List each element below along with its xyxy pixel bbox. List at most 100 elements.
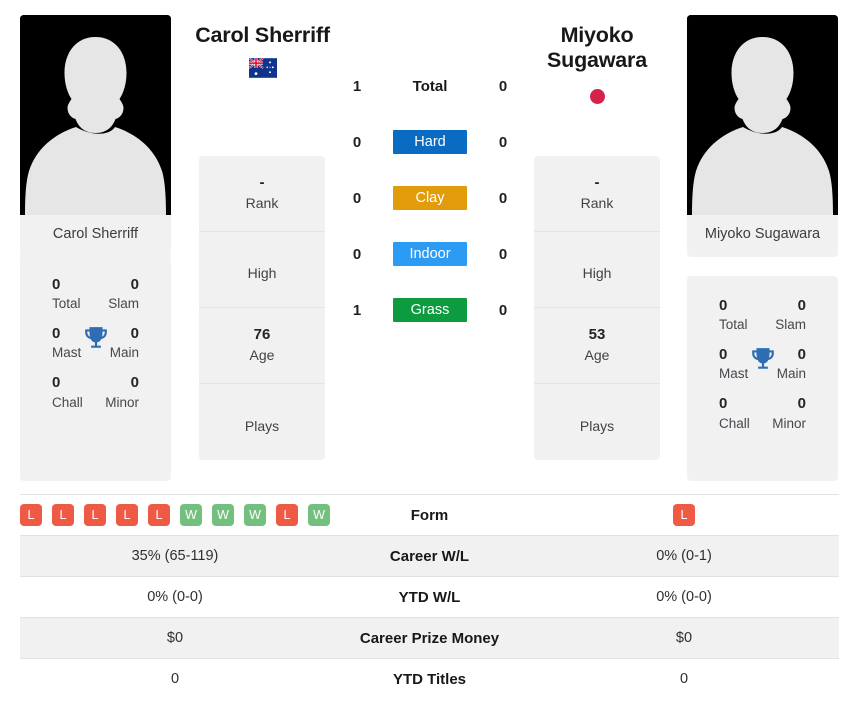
form-cell-left: LLLLLWWWLW [20,494,330,536]
form-badge-left-9[interactable]: W [308,504,330,526]
row-label-career-prize-money: Career Prize Money [330,617,529,659]
info-row-high-left: High [199,232,325,308]
h2h-row-total: 1 Total 0 [340,58,520,114]
info-row-rank-left: - Rank [199,156,325,232]
form-badge-left-5[interactable]: W [180,504,202,526]
titles-slam-label: Slam [775,317,806,333]
form-badge-left-1[interactable]: L [52,504,74,526]
form-badge-left-4[interactable]: L [148,504,170,526]
titles-slam-value: 0 [797,297,806,314]
info-rank-label: Rank [245,194,279,211]
form-badge-left-2[interactable]: L [84,504,106,526]
h2h-clay-right-value: 0 [498,189,508,207]
titles-minor-value: 0 [797,395,806,413]
info-row-rank-right: - Rank [534,156,660,232]
form-badge-right-0[interactable]: L [673,504,695,526]
h2h-total-label: Total [412,77,448,95]
h2h-total-left-value: 1 [352,77,362,95]
japan-sun-disc [589,89,605,105]
form-badge-left-8[interactable]: L [276,504,298,526]
titles-total-value: 0 [719,297,728,314]
player-photo-right [687,15,838,215]
info-age-label: Age [584,346,610,363]
h2h-row-hard: 0 Hard 0 [340,114,520,170]
h2h-clay-left-value: 0 [352,189,362,207]
titles-chall-value: 0 [52,374,61,392]
info-plays-label: Plays [244,417,280,434]
h2h-hard-badge-wrap: Hard [374,130,486,154]
info-rank-value: - [594,174,600,192]
titles-panel-left: 0 Total 0 Slam 0 Mast 0 Main 0 Chall 0 M… [20,255,171,481]
ytd-titles-left: 0 [20,658,330,700]
titles-chall-right: 0 Chall [703,388,763,437]
player-photo-card-right[interactable]: Miyoko Sugawara [687,15,838,257]
player-header-left: Carol Sherriff [175,23,350,78]
titles-total-label: Total [52,296,81,312]
h2h-indoor-left-value: 0 [352,245,362,263]
h2h-indoor-right-value: 0 [498,245,508,263]
player-name-right[interactable]: Miyoko Sugawara [512,23,682,73]
info-age-value: 76 [253,326,271,344]
career-wl-left: 35% (65-119) [20,535,330,577]
info-rank-label: Rank [580,194,614,211]
row-label-career-wl: Career W/L [330,535,529,577]
form-badges-left: LLLLLWWWLW [20,504,330,526]
titles-grid-right: 0 Total 0 Slam 0 Mast 0 Main 0 Chall 0 M… [687,284,838,437]
titles-chall-value: 0 [719,395,728,413]
info-row-plays-left: Plays [199,384,325,460]
titles-total-right: 0 Total [703,290,763,339]
surface-badge-clay[interactable]: Clay [393,186,467,210]
form-badge-left-6[interactable]: W [212,504,234,526]
ytd-wl-left: 0% (0-0) [20,576,330,618]
info-row-high-right: High [534,232,660,308]
surface-badge-hard[interactable]: Hard [393,130,467,154]
titles-chall-label: Chall [719,415,750,431]
titles-slam-label: Slam [108,296,139,312]
trophy-icon [84,327,107,348]
h2h-total-label-wrap: Total [374,78,486,95]
row-label-ytd-titles: YTD Titles [330,658,529,700]
row-label-ytd-wl: YTD W/L [330,576,529,618]
career-wl-right: 0% (0-1) [529,535,839,577]
player-header-right: Miyoko Sugawara [512,23,682,105]
info-row-age-left: 76 Age [199,308,325,384]
head-to-head-column: 1 Total 0 0 Hard 0 0 Clay 0 0 Indoor 0 1… [340,58,520,338]
table-row-ytd-titles: 0 YTD Titles 0 [20,658,839,700]
info-stack-left: - Rank High 76 Age Plays [199,156,325,460]
titles-slam-left: 0 Slam [96,269,156,318]
h2h-indoor-badge-wrap: Indoor [374,242,486,266]
ytd-titles-right: 0 [529,658,839,700]
info-high-label: High [247,265,277,281]
titles-panel-right: 0 Total 0 Slam 0 Mast 0 Main 0 Chall 0 M… [687,276,838,481]
table-row-career-prize-money: $0 Career Prize Money $0 [20,617,839,659]
info-high-label: High [582,265,612,281]
form-badge-left-3[interactable]: L [116,504,138,526]
player-photo-caption-left: Carol Sherriff [52,226,139,242]
info-rank-value: - [259,174,265,192]
career-prize-money-right: $0 [529,617,839,659]
h2h-grass-left-value: 1 [352,301,362,319]
titles-minor-label: Minor [772,415,806,431]
form-badge-left-0[interactable]: L [20,504,42,526]
trophy-icon [751,348,774,369]
h2h-row-clay: 0 Clay 0 [340,170,520,226]
ytd-wl-right: 0% (0-0) [529,576,839,618]
player-silhouette-icon [687,15,838,215]
surface-badge-grass[interactable]: Grass [393,298,467,322]
player-photo-card-left[interactable]: Carol Sherriff [20,15,171,257]
titles-slam-value: 0 [130,276,139,293]
player-photo-left [20,15,171,215]
form-badge-left-7[interactable]: W [244,504,266,526]
player-comparison-page: Carol Sherriff 0 Total 0 Slam 0 Mast 0 M… [0,0,859,705]
stats-comparison-table: LLLLLWWWLW Form L 35% (65-119) Career W/… [20,494,839,700]
info-age-value: 53 [588,326,606,344]
info-plays-label: Plays [579,417,615,434]
surface-badge-indoor[interactable]: Indoor [393,242,467,266]
player-name-left[interactable]: Carol Sherriff [175,23,350,48]
info-row-age-right: 53 Age [534,308,660,384]
h2h-row-grass: 1 Grass 0 [340,282,520,338]
h2h-hard-left-value: 0 [352,133,362,151]
table-row-ytd-wl: 0% (0-0) YTD W/L 0% (0-0) [20,576,839,618]
row-label-form: Form [330,494,529,536]
player-photo-caption-right: Miyoko Sugawara [704,226,821,242]
